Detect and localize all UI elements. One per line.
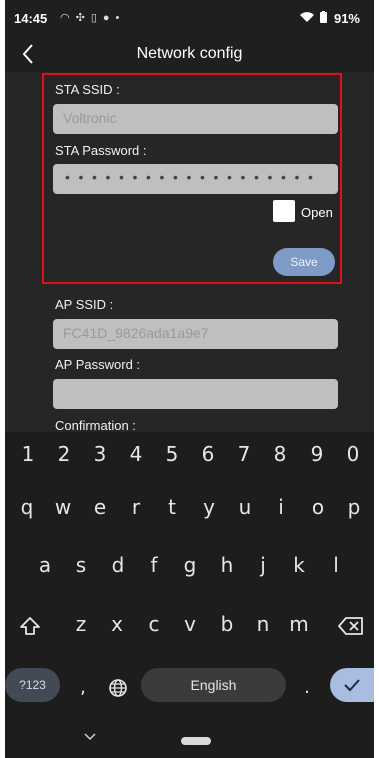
key-j[interactable]: j (248, 547, 278, 583)
battery-icon (320, 11, 331, 26)
key-4[interactable]: 4 (121, 436, 151, 472)
wifi-icon (299, 11, 318, 26)
key-p[interactable]: p (339, 489, 369, 525)
sta-password-label: STA Password : (55, 143, 147, 158)
key-b[interactable]: b (212, 606, 242, 642)
key-q[interactable]: q (12, 489, 42, 525)
backspace-key[interactable] (333, 606, 369, 642)
page-title: Network config (136, 45, 243, 62)
number-row: 1 2 3 4 5 6 7 8 9 0 (5, 436, 374, 472)
key-t[interactable]: t (157, 489, 187, 525)
key-o[interactable]: o (303, 489, 333, 525)
confirmation-label: Confirmation : (55, 418, 136, 433)
backspace-icon (338, 616, 363, 635)
key-l[interactable]: l (321, 547, 351, 583)
shift-icon (20, 616, 40, 635)
key-d[interactable]: d (103, 547, 133, 583)
dot-icon: • (115, 12, 126, 24)
key-w[interactable]: w (48, 489, 78, 525)
key-c[interactable]: c (139, 606, 169, 642)
sta-ssid-label: STA SSID : (55, 82, 120, 97)
ap-ssid-label: AP SSID : (55, 297, 114, 312)
key-z[interactable]: z (66, 606, 96, 642)
media-icon: ● (102, 12, 116, 24)
letter-row-1: q w e r t y u i o p (5, 489, 374, 525)
key-a[interactable]: a (30, 547, 60, 583)
key-s[interactable]: s (66, 547, 96, 583)
symbols-key[interactable]: ?123 (5, 668, 60, 702)
ap-password-input[interactable] (53, 379, 338, 409)
key-r[interactable]: r (121, 489, 151, 525)
language-key[interactable] (103, 668, 133, 704)
hide-keyboard-button[interactable] (78, 720, 102, 750)
fan-icon: ✣ (75, 12, 91, 24)
status-time: 14:45 (14, 11, 48, 26)
wifi-call-icon: ◠ (60, 12, 76, 24)
key-n[interactable]: n (248, 606, 278, 642)
letter-row-2: a s d f g h j k l (5, 547, 374, 583)
battery-percent: 91% (333, 11, 360, 26)
ap-ssid-input[interactable]: FC41D_9826ada1a9e7 (53, 319, 338, 349)
soft-keyboard: 1 2 3 4 5 6 7 8 9 0 q w e r t y u i o p … (5, 432, 374, 758)
key-m[interactable]: m (284, 606, 314, 642)
key-9[interactable]: 9 (302, 436, 332, 472)
open-checkbox[interactable] (273, 200, 295, 222)
phone-screen: 14:45 ◠✣▯●• 91% Network config STA SSID … (5, 0, 374, 758)
key-8[interactable]: 8 (265, 436, 295, 472)
sta-ssid-input[interactable]: Voltronic (53, 104, 338, 134)
shift-key[interactable] (13, 606, 47, 642)
key-i[interactable]: i (266, 489, 296, 525)
status-bar: 14:45 ◠✣▯●• 91% (5, 0, 374, 36)
save-button[interactable]: Save (273, 248, 335, 276)
key-u[interactable]: u (230, 489, 260, 525)
app-bar: Network config (5, 36, 374, 72)
notification-icons: ◠✣▯●• (60, 11, 125, 24)
letter-row-3: z x c v b n m (5, 606, 374, 642)
key-v[interactable]: v (175, 606, 205, 642)
key-2[interactable]: 2 (49, 436, 79, 472)
enter-key[interactable] (330, 668, 374, 702)
sim-icon: ▯ (90, 12, 103, 24)
chevron-down-icon (84, 732, 96, 740)
key-5[interactable]: 5 (157, 436, 187, 472)
key-6[interactable]: 6 (193, 436, 223, 472)
checkmark-icon (344, 679, 360, 692)
key-1[interactable]: 1 (13, 436, 43, 472)
comma-key[interactable]: , (71, 670, 95, 706)
key-g[interactable]: g (175, 547, 205, 583)
status-right: 91% (297, 11, 360, 26)
key-0[interactable]: 0 (338, 436, 368, 472)
key-y[interactable]: y (194, 489, 224, 525)
globe-icon (109, 678, 127, 697)
key-e[interactable]: e (85, 489, 115, 525)
key-f[interactable]: f (139, 547, 169, 583)
period-key[interactable]: . (295, 670, 319, 706)
sta-password-input[interactable]: ••••••••••••••••••• (53, 164, 338, 194)
key-3[interactable]: 3 (85, 436, 115, 472)
home-handle[interactable] (181, 737, 211, 745)
space-key[interactable]: English (141, 668, 286, 702)
key-k[interactable]: k (284, 547, 314, 583)
ap-password-label: AP Password : (55, 357, 141, 372)
key-x[interactable]: x (102, 606, 132, 642)
key-7[interactable]: 7 (229, 436, 259, 472)
open-label: Open (301, 205, 333, 220)
key-h[interactable]: h (212, 547, 242, 583)
